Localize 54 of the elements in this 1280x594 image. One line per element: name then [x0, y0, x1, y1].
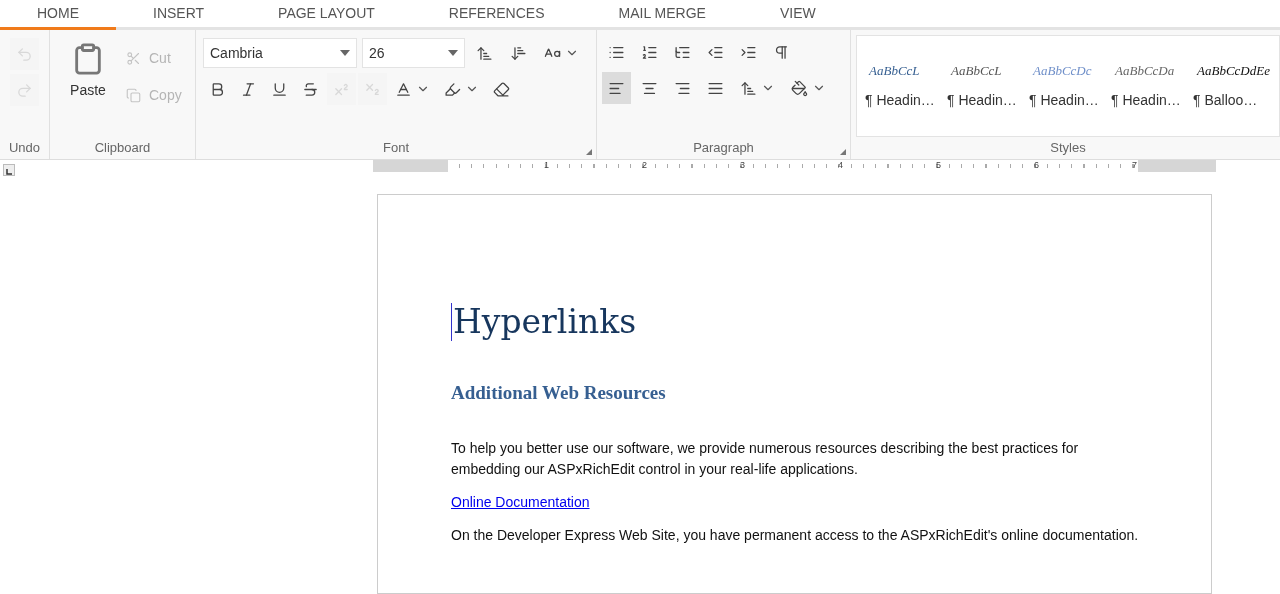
group-label: Paragraph: [693, 139, 754, 158]
ruler-number: 6: [1034, 159, 1039, 173]
dialog-launcher-icon[interactable]: [840, 149, 846, 155]
redo-icon: [16, 81, 33, 99]
text-cursor: [451, 303, 452, 341]
ribbon-tab[interactable]: MAIL MERGE: [581, 0, 743, 30]
ribbon-tab[interactable]: INSERT: [116, 0, 242, 30]
shrink-icon: [510, 44, 527, 62]
documentation-link[interactable]: Online Documentation: [451, 491, 590, 513]
body-paragraph: To help you better use our software, we provide numerous resources describing the best practices for embedding our ASPxRichEdit control in your real-life applications.: [451, 438, 1080, 479]
group-label: Clipboard: [94, 139, 151, 158]
grow-icon: [476, 44, 493, 62]
strike-icon: [302, 80, 319, 98]
ruler-number: 3: [740, 159, 745, 173]
ribbon-tab[interactable]: REFERENCES: [411, 0, 582, 30]
italic-icon: [240, 80, 257, 98]
ruler-number: 4: [838, 159, 843, 173]
ruler-number: 7: [1132, 159, 1137, 173]
dropdown-arrow-icon: [448, 50, 458, 56]
paste-button[interactable]: Paste: [58, 42, 118, 110]
ruler-number: 5: [936, 159, 941, 173]
clear-format-icon: [493, 80, 510, 98]
style-item[interactable]: AaBbCcDa ¶ Headin…: [1111, 60, 1187, 112]
tab-stop-selector[interactable]: [3, 164, 15, 176]
font-size-dropdown[interactable]: 26: [362, 38, 465, 68]
line-spacing-icon: [740, 79, 757, 97]
style-item[interactable]: AaBbCcDc ¶ Headin…: [1029, 60, 1105, 112]
underline-icon: [271, 80, 288, 98]
ribbon-tab[interactable]: PAGE LAYOUT: [241, 0, 412, 30]
ruler-number: 1: [544, 159, 549, 173]
group-label: Styles: [1050, 139, 1086, 158]
dialog-launcher-icon[interactable]: [586, 149, 592, 155]
document-title: Hyperlinks: [453, 301, 637, 343]
group-label: Undo: [8, 139, 41, 158]
copy-icon: [126, 87, 141, 103]
dropdown-arrow-icon: [340, 50, 350, 56]
shading-icon: [791, 79, 808, 97]
tab-stop-icon: [6, 169, 12, 175]
highlight-icon: [444, 80, 461, 98]
style-item[interactable]: AaBbCcDdEe ¶ Balloo…: [1193, 60, 1270, 112]
cut-icon: [126, 50, 141, 66]
group-label: Font: [383, 139, 409, 158]
font-color-icon: [395, 80, 412, 98]
align-left-button[interactable]: [602, 72, 631, 104]
numbering-icon: [641, 43, 658, 61]
body-paragraph: On the Developer Express Web Site, you have permanent access to the ASPxRichEdit's online documentation.: [451, 525, 1140, 545]
font-name-dropdown[interactable]: Cambria: [203, 38, 357, 68]
ruler-number: 2: [642, 159, 647, 173]
ribbon-tab[interactable]: VIEW: [742, 0, 853, 30]
pilcrow-icon: [773, 43, 790, 61]
undo-icon: [16, 45, 33, 63]
style-item[interactable]: AaBbCcL ¶ Headin…: [865, 60, 941, 112]
style-item[interactable]: AaBbCcL ¶ Headin…: [947, 60, 1023, 112]
document-heading: Additional Web Resources: [451, 381, 667, 405]
